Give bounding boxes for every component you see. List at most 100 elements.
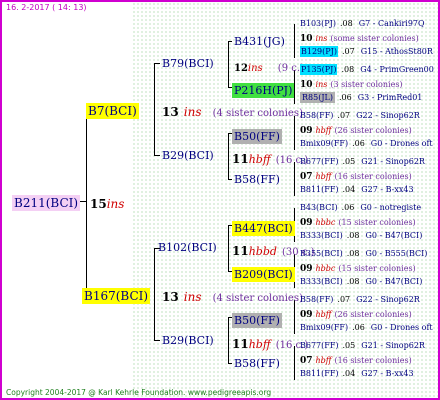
gen4-origin: G27 - B-xx43 xyxy=(361,369,414,378)
gen4-value: .04 xyxy=(342,185,356,194)
gen4-note: (16 sister colonies) xyxy=(334,356,412,365)
gen4-origin: G15 - AthosSt80R xyxy=(360,47,433,56)
gen3-node-4[interactable]: B58(FF) xyxy=(234,174,280,185)
gen4-note: (26 sister colonies) xyxy=(334,126,412,135)
gen4-node[interactable]: R85(JL) .06 G3 - PrimRed01 xyxy=(300,92,422,103)
gen2-node-2[interactable]: B29(BCI) xyxy=(162,150,214,161)
gen4-ins: hbff xyxy=(315,172,332,181)
gen4-ins: ins xyxy=(315,80,328,89)
gen1-node-2[interactable]: B167(BCI) xyxy=(82,287,151,304)
gen4-ins: hbbc xyxy=(315,218,336,227)
pedigree-frame: 16. 2-2017 ( 14: 13) B211(BCI) 15ins B7(… xyxy=(0,0,440,400)
gen4-node[interactable]: B43(BCI) .06 G0 - notregiste xyxy=(300,204,421,212)
gen4-value: .08 xyxy=(346,249,360,258)
connector xyxy=(294,162,295,196)
gen4-node[interactable]: B103(PJ) .08 G7 - Cankiri97Q xyxy=(300,20,425,28)
gen4-id: B43(BCI) xyxy=(300,203,338,212)
gen4-value: .06 xyxy=(338,93,352,102)
gen4-node[interactable]: B129(PJ) .07 G15 - AthosSt80R xyxy=(300,46,433,57)
gen4-note: (16 sister colonies) xyxy=(334,172,412,181)
gen3-inbreeding-1: 12ins (9 c.) xyxy=(234,63,304,74)
gen3-node-5[interactable]: B447(BCI) xyxy=(232,219,295,236)
connector xyxy=(294,346,295,380)
connector xyxy=(294,116,295,150)
gen4-ins: hbff xyxy=(315,310,332,319)
gen4-id: B677(FF) xyxy=(300,341,339,350)
gen4-inbreeding: 09 hbff (26 sister colonies) xyxy=(300,311,412,320)
gen4-node[interactable]: B811(FF) .04 G27 - B-xx43 xyxy=(300,186,414,194)
gen4-node[interactable]: B333(BCI) .08 G0 - B47(BCI) xyxy=(300,232,422,240)
gen1-node-1[interactable]: B7(BCI) xyxy=(86,102,139,119)
gen4-value: .08 xyxy=(339,19,353,28)
gen4-id: 09 xyxy=(300,218,313,228)
connector xyxy=(228,41,229,87)
gen4-value: .08 xyxy=(341,65,355,74)
gen4-value: .08 xyxy=(346,231,360,240)
gen4-node[interactable]: B333(BCI) .08 G0 - B47(BCI) xyxy=(300,278,422,286)
gen4-id: B333(BCI) xyxy=(300,231,343,240)
gen4-id: 07 xyxy=(300,356,313,366)
root-node[interactable]: B211(BCI) xyxy=(12,194,81,211)
gen4-id: B811(FF) xyxy=(300,185,339,194)
gen3-node-3[interactable]: B50(FF) xyxy=(232,127,282,144)
gen3-node-6[interactable]: B209(BCI) xyxy=(232,265,295,282)
gen4-node[interactable]: Bmix09(FF) .06 G0 - Drones oft xyxy=(300,140,433,148)
gen4-id: P135(PJ) xyxy=(300,64,338,75)
gen4-id: B103(PJ) xyxy=(300,19,336,28)
gen4-value: .05 xyxy=(342,341,356,350)
connector xyxy=(294,24,295,58)
gen4-value: .06 xyxy=(352,323,365,332)
gen4-node[interactable]: B677(FF) .05 G21 - Sinop62R xyxy=(300,158,425,166)
gen4-origin: G21 - Sinop62R xyxy=(361,341,425,350)
gen4-id: 10 xyxy=(300,34,313,44)
gen4-value: .08 xyxy=(346,277,360,286)
connector xyxy=(228,225,229,271)
connector xyxy=(154,155,160,156)
gen4-id: 07 xyxy=(300,172,313,182)
gen3-node-7[interactable]: B50(FF) xyxy=(232,311,282,328)
gen4-inbreeding: 09 hbbc (15 sister colonies) xyxy=(300,219,416,228)
gen4-origin: G0 - Drones oft xyxy=(370,323,433,332)
connector xyxy=(154,63,160,64)
connector xyxy=(228,41,232,42)
gen4-node[interactable]: B811(FF) .04 G27 - B-xx43 xyxy=(300,370,414,378)
gen3-node-1[interactable]: B431(JG) xyxy=(234,36,285,47)
gen4-ins: hbff xyxy=(315,356,332,365)
gen4-origin: G27 - B-xx43 xyxy=(361,185,414,194)
gen4-id: B355(BCI) xyxy=(300,249,343,258)
gen4-id: B129(PJ) xyxy=(300,46,338,57)
connector xyxy=(154,340,160,341)
gen4-id: Bmix09(FF) xyxy=(300,323,349,332)
gen2-node-4[interactable]: B29(BCI) xyxy=(162,335,214,346)
gen4-node[interactable]: B677(FF) .05 G21 - Sinop62R xyxy=(300,342,425,350)
gen1-inbreeding-1: 13 ins (4 sister colonies) xyxy=(162,105,303,119)
gen4-inbreeding: 07 hbff (16 sister colonies) xyxy=(300,173,412,182)
gen4-id: R85(JL) xyxy=(300,92,335,103)
gen4-node[interactable]: B58(FF) .07 G22 - Sinop62R xyxy=(300,112,420,120)
gen4-node[interactable]: P135(PJ) .08 G4 - PrimGreen00 xyxy=(300,64,434,75)
gen4-node[interactable]: B355(BCI) .08 G0 - B555(BCI) xyxy=(300,250,427,258)
gen4-id: 09 xyxy=(300,310,313,320)
connector xyxy=(154,63,155,155)
gen4-value: .07 xyxy=(337,295,351,304)
gen4-ins: ins xyxy=(315,34,328,43)
gen4-id: 09 xyxy=(300,126,313,136)
gen4-node[interactable]: Bmix09(FF) .06 G0 - Drones oft xyxy=(300,324,433,332)
gen4-inbreeding: 07 hbff (16 sister colonies) xyxy=(300,357,412,366)
connector xyxy=(294,300,295,334)
gen4-inbreeding: 09 hbff (26 sister colonies) xyxy=(300,127,412,136)
gen4-note: (some sister colonies) xyxy=(330,34,419,43)
gen4-value: .06 xyxy=(352,139,365,148)
gen4-inbreeding: 09 hbbc (15 sister colonies) xyxy=(300,265,416,274)
gen4-node[interactable]: B58(FF) .07 G22 - Sinop62R xyxy=(300,296,420,304)
gen2-node-3[interactable]: B102(BCI) xyxy=(158,242,217,253)
gen3-node-2[interactable]: P216H(PJ) xyxy=(232,81,295,98)
gen4-note: (15 sister colonies) xyxy=(338,264,416,273)
gen2-node-1[interactable]: B79(BCI) xyxy=(162,58,214,69)
gen4-origin: G0 - B555(BCI) xyxy=(365,249,428,258)
gen3-node-8[interactable]: B58(FF) xyxy=(234,358,280,369)
gen4-note: (26 sister colonies) xyxy=(334,310,412,319)
gen4-origin: G0 - notregiste xyxy=(360,203,422,212)
gen2-inbreeding-2: 11hbff (16 c.) xyxy=(232,152,309,166)
gen4-id: B58(FF) xyxy=(300,111,334,120)
